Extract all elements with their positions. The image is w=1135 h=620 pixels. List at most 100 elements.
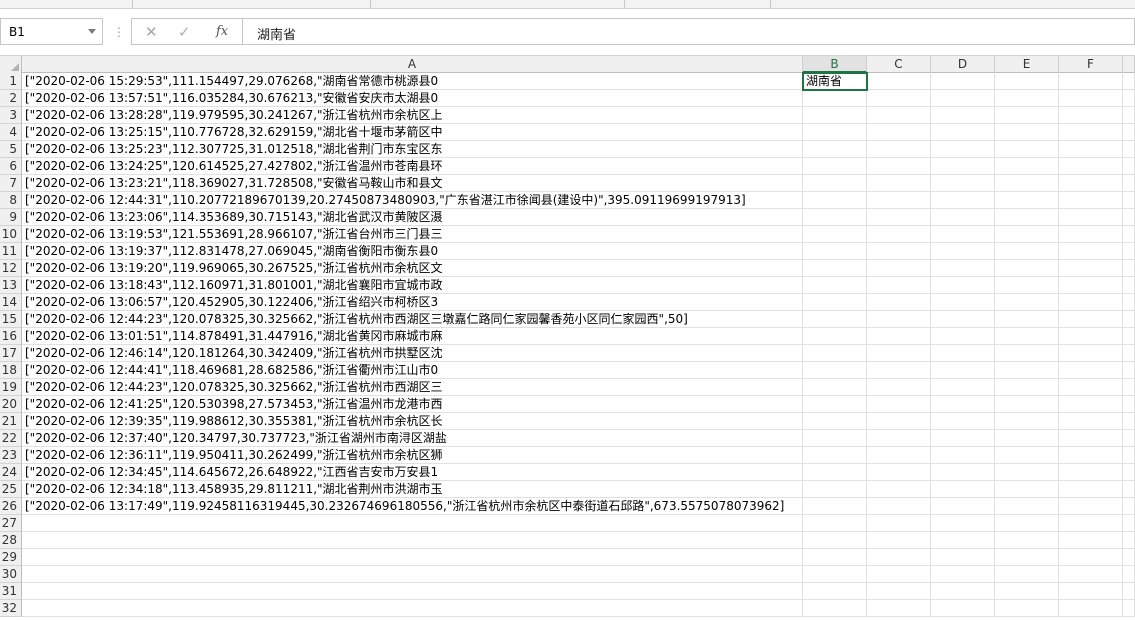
cell-c[interactable] xyxy=(867,311,931,328)
cell-a[interactable]: ["2020-02-06 12:44:31",110.2077218967013… xyxy=(22,192,803,209)
cell-f[interactable] xyxy=(1059,481,1123,498)
cell-g[interactable] xyxy=(1123,413,1135,430)
cell-e[interactable] xyxy=(995,226,1059,243)
cell-e[interactable] xyxy=(995,328,1059,345)
cell-d[interactable] xyxy=(931,73,995,90)
cell-e[interactable] xyxy=(995,430,1059,447)
cell-c[interactable] xyxy=(867,600,931,617)
cell-c[interactable] xyxy=(867,532,931,549)
cell-f[interactable] xyxy=(1059,175,1123,192)
row-header[interactable]: 10 xyxy=(0,226,22,243)
cell-a[interactable]: ["2020-02-06 12:34:45",114.645672,26.648… xyxy=(22,464,803,481)
cell-c[interactable] xyxy=(867,447,931,464)
cancel-icon[interactable]: ✕ xyxy=(145,23,158,41)
cell-c[interactable] xyxy=(867,549,931,566)
cell-g[interactable] xyxy=(1123,498,1135,515)
cell-b[interactable] xyxy=(803,498,867,515)
row-header[interactable]: 1 xyxy=(0,73,22,90)
cell-c[interactable] xyxy=(867,413,931,430)
cell-c[interactable] xyxy=(867,515,931,532)
cell-c[interactable] xyxy=(867,226,931,243)
cell-c[interactable] xyxy=(867,209,931,226)
cell-c[interactable] xyxy=(867,345,931,362)
name-box[interactable]: B1 xyxy=(0,18,103,45)
column-header-d[interactable]: D xyxy=(931,56,995,73)
cell-e[interactable] xyxy=(995,260,1059,277)
cell-g[interactable] xyxy=(1123,464,1135,481)
row-header[interactable]: 32 xyxy=(0,600,22,617)
cell-a[interactable]: ["2020-02-06 13:06:57",120.452905,30.122… xyxy=(22,294,803,311)
column-header-c[interactable]: C xyxy=(867,56,931,73)
cell-f[interactable] xyxy=(1059,600,1123,617)
cell-b[interactable] xyxy=(803,192,867,209)
cell-f[interactable] xyxy=(1059,294,1123,311)
cell-a[interactable]: ["2020-02-06 13:19:53",121.553691,28.966… xyxy=(22,226,803,243)
cell-c[interactable] xyxy=(867,481,931,498)
cell-d[interactable] xyxy=(931,464,995,481)
row-header[interactable]: 22 xyxy=(0,430,22,447)
cell-c[interactable] xyxy=(867,175,931,192)
cell-c[interactable] xyxy=(867,430,931,447)
cell-a[interactable]: ["2020-02-06 13:25:23",112.307725,31.012… xyxy=(22,141,803,158)
formula-input[interactable]: 湖南省 xyxy=(243,18,1135,45)
row-header[interactable]: 19 xyxy=(0,379,22,396)
cell-d[interactable] xyxy=(931,209,995,226)
cell-a[interactable]: ["2020-02-06 13:19:37",112.831478,27.069… xyxy=(22,243,803,260)
cell-c[interactable] xyxy=(867,294,931,311)
cell-f[interactable] xyxy=(1059,90,1123,107)
cell-a[interactable]: ["2020-02-06 12:41:25",120.530398,27.573… xyxy=(22,396,803,413)
cell-f[interactable] xyxy=(1059,209,1123,226)
row-header[interactable]: 4 xyxy=(0,124,22,141)
cell-c[interactable] xyxy=(867,362,931,379)
cell-a[interactable]: ["2020-02-06 13:57:51",116.035284,30.676… xyxy=(22,90,803,107)
cell-e[interactable] xyxy=(995,447,1059,464)
cell-c[interactable] xyxy=(867,566,931,583)
cell-a[interactable]: ["2020-02-06 13:23:06",114.353689,30.715… xyxy=(22,209,803,226)
row-header[interactable]: 31 xyxy=(0,583,22,600)
cell-c[interactable] xyxy=(867,124,931,141)
cell-a[interactable]: ["2020-02-06 13:19:20",119.969065,30.267… xyxy=(22,260,803,277)
cell-b[interactable] xyxy=(803,396,867,413)
cell-e[interactable] xyxy=(995,124,1059,141)
cell-f[interactable] xyxy=(1059,124,1123,141)
insert-function-icon[interactable]: fx xyxy=(216,24,228,39)
cell-b[interactable] xyxy=(803,243,867,260)
cell-g[interactable] xyxy=(1123,430,1135,447)
cell-c[interactable] xyxy=(867,90,931,107)
cell-d[interactable] xyxy=(931,260,995,277)
cell-e[interactable] xyxy=(995,294,1059,311)
cell-c[interactable] xyxy=(867,141,931,158)
cell-f[interactable] xyxy=(1059,311,1123,328)
cell-e[interactable] xyxy=(995,90,1059,107)
cell-g[interactable] xyxy=(1123,90,1135,107)
cell-g[interactable] xyxy=(1123,260,1135,277)
cell-b[interactable] xyxy=(803,549,867,566)
cell-e[interactable] xyxy=(995,583,1059,600)
cell-b[interactable] xyxy=(803,362,867,379)
cell-b[interactable] xyxy=(803,464,867,481)
row-header[interactable]: 24 xyxy=(0,464,22,481)
cell-a[interactable]: ["2020-02-06 12:36:11",119.950411,30.262… xyxy=(22,447,803,464)
row-header[interactable]: 25 xyxy=(0,481,22,498)
cell-f[interactable] xyxy=(1059,226,1123,243)
cell-e[interactable] xyxy=(995,107,1059,124)
cell-g[interactable] xyxy=(1123,73,1135,90)
row-header[interactable]: 13 xyxy=(0,277,22,294)
cell-g[interactable] xyxy=(1123,328,1135,345)
row-header[interactable]: 21 xyxy=(0,413,22,430)
cell-f[interactable] xyxy=(1059,260,1123,277)
cell-a[interactable]: ["2020-02-06 13:23:21",118.369027,31.728… xyxy=(22,175,803,192)
enter-check-icon[interactable]: ✓ xyxy=(178,23,191,41)
cell-g[interactable] xyxy=(1123,379,1135,396)
cell-a[interactable] xyxy=(22,532,803,549)
cell-f[interactable] xyxy=(1059,447,1123,464)
row-header[interactable]: 9 xyxy=(0,209,22,226)
cell-d[interactable] xyxy=(931,481,995,498)
cell-b[interactable] xyxy=(803,260,867,277)
cell-d[interactable] xyxy=(931,498,995,515)
cell-b[interactable] xyxy=(803,430,867,447)
row-header[interactable]: 16 xyxy=(0,328,22,345)
cell-g[interactable] xyxy=(1123,515,1135,532)
column-header-e[interactable]: E xyxy=(995,56,1059,73)
cell-e[interactable] xyxy=(995,209,1059,226)
